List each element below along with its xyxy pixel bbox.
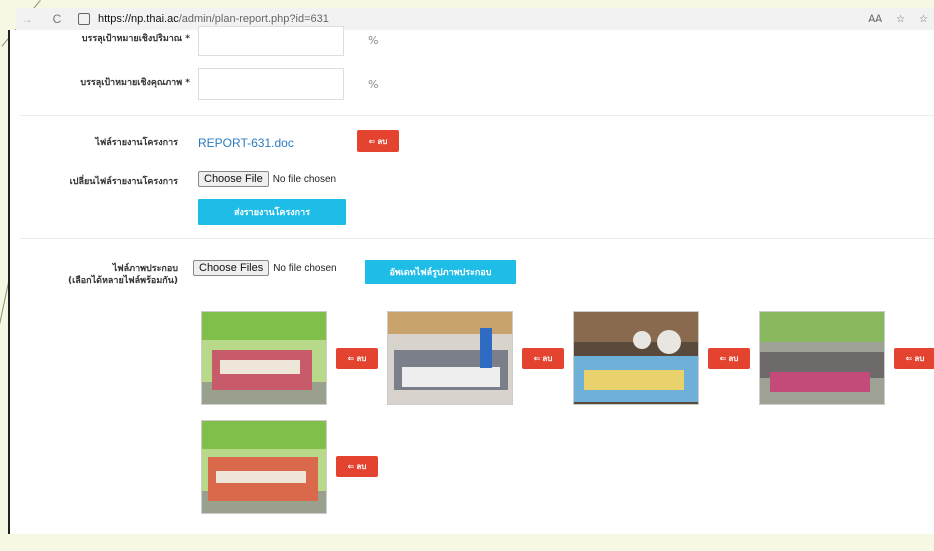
quality-input[interactable] (198, 68, 344, 100)
images-label: ไฟล์ภาพประกอบ (เลือกได้หลายไฟล์พร้อมกัน) (30, 263, 178, 287)
arrow-left-icon: ⇐ (347, 354, 355, 363)
quantity-label: บรรลุเป้าหมายเชิงปริมาณ * (81, 34, 190, 44)
submit-report-button[interactable]: ส่งรายงานโครงการ (198, 199, 346, 225)
arrow-left-icon: ⇐ (533, 354, 541, 363)
address-bar[interactable]: https://np.thai.ac/admin/plan-report.php… (98, 13, 329, 25)
images-file-input[interactable]: Choose Files No file chosen (193, 260, 337, 276)
file-status: No file chosen (272, 173, 337, 185)
delete-label: ลบ (356, 462, 367, 471)
gallery-photo (759, 311, 885, 405)
gallery-photo (201, 311, 327, 405)
delete-photo-button[interactable]: ⇐ ลบ (708, 348, 750, 369)
lock-icon (78, 13, 90, 25)
plan-report-form: บรรลุเป้าหมายเชิงปริมาณ * % บรรลุเป้าหมา… (8, 26, 934, 534)
quantity-input[interactable] (198, 26, 344, 56)
delete-label: ลบ (356, 354, 367, 363)
report-file-label: ไฟล์รายงานโครงการ (95, 138, 178, 148)
browser-toolbar: → C https://np.thai.ac/admin/plan-report… (16, 8, 934, 30)
upload-images-button[interactable]: อัพเดทไฟล์รูปภาพประกอบ (365, 260, 516, 284)
divider (20, 115, 934, 116)
change-file-label: เปลี่ยนไฟล์รายงานโครงการ (69, 177, 178, 187)
url-host: https://np.thai.ac (98, 13, 179, 25)
images-label-line1: ไฟล์ภาพประกอบ (112, 264, 178, 274)
gallery-photo (573, 311, 699, 405)
back-icon[interactable]: → (18, 12, 36, 26)
images-label-line2: (เลือกได้หลายไฟล์พร้อมกัน) (68, 276, 178, 286)
reload-icon[interactable]: C (48, 12, 66, 26)
arrow-left-icon: ⇐ (347, 462, 355, 471)
report-file-input[interactable]: Choose File No file chosen (198, 171, 336, 187)
quality-percent: % (368, 78, 379, 91)
delete-label: ลบ (542, 354, 553, 363)
reader-icon[interactable]: ꓮꓮ (868, 14, 882, 25)
url-path: /admin/plan-report.php?id=631 (178, 13, 329, 25)
arrow-left-icon: ⇐ (368, 136, 376, 146)
delete-label: ลบ (728, 354, 739, 363)
arrow-left-icon: ⇐ (905, 354, 913, 363)
quantity-percent: % (368, 34, 379, 47)
choose-file-button[interactable]: Choose File (198, 171, 269, 187)
delete-photo-button[interactable]: ⇐ ลบ (336, 456, 378, 477)
gallery-photo (201, 420, 327, 514)
arrow-left-icon: ⇐ (719, 354, 727, 363)
report-file-link[interactable]: REPORT-631.doc (198, 136, 294, 150)
delete-photo-button[interactable]: ⇐ ลบ (894, 348, 934, 369)
divider (20, 238, 934, 239)
delete-label: ลบ (377, 136, 388, 146)
delete-report-button[interactable]: ⇐ ลบ (357, 130, 399, 152)
delete-photo-button[interactable]: ⇐ ลบ (522, 348, 564, 369)
quality-label: บรรลุเป้าหมายเชิงคุณภาพ * (80, 78, 190, 88)
files-status: No file chosen (273, 262, 337, 274)
delete-label: ลบ (914, 354, 925, 363)
favorite-icon[interactable]: ☆ (896, 14, 905, 25)
extension-icon[interactable]: ☆ (919, 14, 928, 25)
choose-files-button[interactable]: Choose Files (193, 260, 270, 276)
delete-photo-button[interactable]: ⇐ ลบ (336, 348, 378, 369)
gallery-photo (387, 311, 513, 405)
